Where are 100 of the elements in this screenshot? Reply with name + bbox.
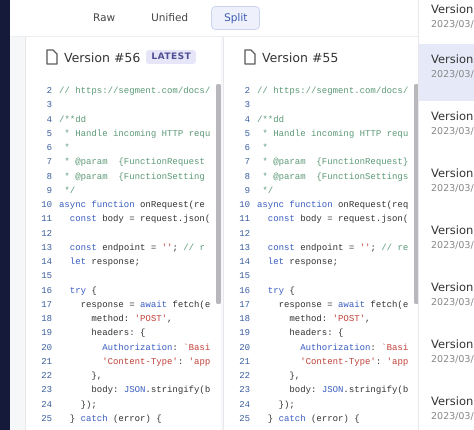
line-number: 22: [40, 371, 53, 382]
version-title: Version #56: [64, 50, 140, 64]
line-number: 25: [40, 414, 53, 424]
line-number: 23: [40, 385, 53, 396]
code-line: * Handle incoming HTTP requ: [63, 128, 210, 139]
line-number: 3: [46, 100, 53, 110]
version-date: 2023/03/: [431, 297, 474, 308]
code-line: try {: [266, 286, 295, 296]
code-line: },: [288, 371, 300, 382]
line-number: 18: [40, 314, 53, 324]
file-icon: [46, 49, 58, 65]
line-number: 5: [244, 128, 251, 139]
code-line: // https://segment.com/docs/: [257, 86, 408, 96]
line-number: 11: [238, 214, 251, 224]
line-number: 19: [40, 328, 53, 338]
line-number: 13: [238, 242, 251, 253]
code-line: },: [90, 371, 102, 382]
line-number: 9: [244, 186, 251, 196]
code-line: body: JSON.stringify(b: [288, 385, 408, 396]
line-number: 12: [238, 228, 251, 239]
line-number: 22: [238, 371, 251, 382]
line-number: 14: [40, 257, 53, 268]
code-line: method: 'POST',: [288, 314, 370, 324]
line-number: 21: [238, 356, 251, 367]
code-line: *: [261, 143, 268, 154]
line-number: 17: [238, 300, 251, 310]
line-number: 7: [46, 157, 53, 168]
line-number: 11: [40, 214, 53, 224]
line-number: 6: [46, 143, 53, 154]
version-label: Version: [431, 223, 474, 237]
view-tab[interactable]: Split: [211, 6, 260, 30]
line-number: 2: [244, 86, 251, 96]
code-line: * Handle incoming HTTP requ: [261, 128, 408, 139]
version-title: Version #55: [262, 50, 338, 64]
code-line: const body = request.json(: [68, 214, 210, 224]
line-number: 8: [46, 172, 53, 182]
version-item[interactable]: Version 2023/03/: [419, 44, 474, 101]
version-label: Version: [431, 166, 474, 180]
code-line: } catch (error) {: [68, 414, 162, 424]
line-number: 4: [46, 114, 53, 125]
code-line: * @param {FunctionRequest}: [261, 157, 408, 168]
line-number: 2: [46, 86, 53, 96]
code-line: 'Content-Type': 'app: [299, 356, 408, 367]
version-date: 2023/03/: [431, 240, 474, 251]
version-label: Version: [431, 280, 474, 294]
code-line: const body = request.json(: [266, 214, 408, 224]
line-number: 4: [244, 114, 251, 125]
line-number: 7: [244, 157, 251, 168]
code-line: body: JSON.stringify(b: [90, 385, 210, 396]
version-label: Version: [431, 2, 474, 16]
code-line: async function onRequest(re: [59, 200, 205, 210]
line-number: 24: [238, 400, 251, 410]
version-date: 2023/03/: [431, 411, 474, 422]
code-line: Authorization: `Basi: [299, 342, 408, 353]
version-label: Version: [431, 337, 474, 351]
version-label: Version: [431, 394, 474, 408]
scrollbar-thumb[interactable]: [216, 84, 221, 304]
code-line: */: [261, 186, 274, 196]
line-number: 18: [238, 314, 251, 324]
line-number: 23: [238, 385, 251, 396]
line-number: 14: [238, 257, 251, 268]
line-number: 25: [238, 414, 251, 424]
code-line: });: [278, 400, 295, 410]
line-number: 5: [46, 128, 53, 139]
version-label: Version: [431, 109, 474, 123]
view-tab[interactable]: Unified: [138, 6, 202, 30]
code-line: * @param {FunctionRequest: [63, 157, 205, 168]
code-line: response = await fetch(e: [278, 300, 408, 310]
code-line: Authorization: `Basi: [101, 342, 210, 353]
version-label: Version: [431, 52, 474, 66]
file-icon: [244, 49, 256, 65]
line-number: 6: [244, 143, 251, 154]
line-number: 13: [40, 242, 53, 253]
code-line: try {: [68, 286, 97, 296]
line-number: 24: [40, 400, 53, 410]
code-line: });: [80, 400, 97, 410]
line-number: 15: [238, 271, 251, 282]
line-number: 17: [40, 300, 53, 310]
version-date: 2023/03/: [431, 126, 474, 137]
code-line: /**dd: [257, 114, 284, 125]
latest-badge: LATEST: [146, 50, 196, 64]
line-number: 12: [40, 228, 53, 239]
line-number: 3: [244, 100, 251, 110]
version-date: 2023/03/: [431, 354, 474, 365]
code-line: let response;: [266, 257, 338, 268]
line-number: 8: [244, 172, 251, 182]
code-line: async function onRequest(req: [257, 200, 408, 210]
code-line: /**dd: [59, 114, 86, 125]
scrollbar-thumb[interactable]: [414, 84, 418, 304]
code-line: headers: {: [90, 328, 146, 338]
code-line: * @param {FunctionSetting: [63, 172, 205, 182]
line-number: 16: [238, 286, 251, 296]
line-number: 20: [238, 342, 251, 353]
code-line: 'Content-Type': 'app: [101, 356, 210, 367]
line-number: 16: [40, 286, 53, 296]
code-line: } catch (error) {: [266, 414, 360, 424]
version-date: 2023/03/: [431, 69, 474, 80]
code-line: const endpoint = ''; // re: [266, 242, 408, 253]
version-date: 2023/03/: [431, 183, 474, 194]
view-tab[interactable]: Raw: [80, 6, 128, 30]
